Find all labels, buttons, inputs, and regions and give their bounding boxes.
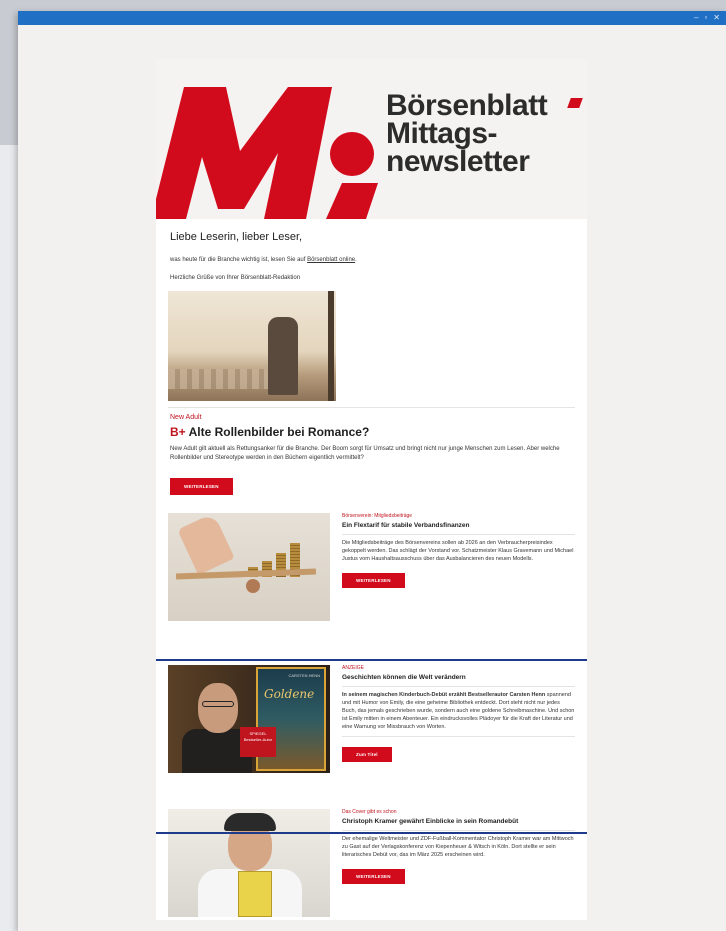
image-couple <box>268 317 298 395</box>
read-more-button[interactable]: WEITERLESEN <box>342 869 405 884</box>
article-body: Die Mitgliedsbeiträge des Börsenvereins … <box>342 540 574 562</box>
window-titlebar: – ▫ ✕ <box>18 11 726 25</box>
image-hand <box>177 513 235 576</box>
image-pillar <box>328 291 334 401</box>
newsletter-body: Börsenblatt Mittags- newsletter Liebe Le… <box>156 59 587 920</box>
article-headline[interactable]: Ein Flextarif für stabile Verbandsfinanz… <box>342 519 575 529</box>
brand-line: newsletter <box>386 145 530 178</box>
brand-line: Börsenblatt <box>386 89 548 122</box>
lead-article-kicker: New Adult <box>170 414 202 421</box>
boersenblatt-online-link[interactable]: Börsenblatt online <box>307 257 355 263</box>
article-row: Börsenverein: Mitgliedsbeiträge Ein Flex… <box>168 513 575 621</box>
image-novel <box>238 871 272 917</box>
intro-end: . <box>355 257 357 263</box>
headline-text: Alte Rollenbilder bei Romance? <box>188 425 370 439</box>
greeting: Liebe Leserin, lieber Leser, <box>170 231 303 243</box>
maximize-icon[interactable]: ▫ <box>704 12 707 24</box>
image-pivot <box>246 579 260 593</box>
minimize-icon[interactable]: – <box>694 12 698 24</box>
read-more-button[interactable]: WEITERLESEN <box>342 573 405 588</box>
lead-article-body: New Adult gilt aktuell als Rettungsanker… <box>170 446 560 461</box>
lead-read-more-button[interactable]: WEITERLESEN <box>170 478 233 495</box>
brand-line: Mittags- <box>386 117 498 150</box>
ad-highlight-frame <box>156 659 587 834</box>
brand-title: Börsenblatt Mittags- newsletter <box>386 89 583 178</box>
email-window: – ▫ ✕ Börsenblatt Mittags- newsletter Li… <box>18 11 726 931</box>
image-city <box>168 369 278 389</box>
article-body: Der ehemalige Weltmeister und ZDF-Fußbal… <box>342 836 574 858</box>
intro-paragraph: was heute für die Branche wichtig ist, l… <box>156 243 587 263</box>
close-icon[interactable]: ✕ <box>713 12 720 24</box>
lead-article-image[interactable] <box>168 291 336 401</box>
lead-article-headline[interactable]: B+ Alte Rollenbilder bei Romance? <box>156 421 587 439</box>
article-image-coins[interactable] <box>168 513 330 621</box>
regards: Herzliche Grüße von Ihrer Börsenblatt-Re… <box>170 275 301 281</box>
intro-text: was heute für die Branche wichtig ist, l… <box>170 257 306 263</box>
plus-badge: B+ <box>170 425 186 439</box>
newsletter-header: Börsenblatt Mittags- newsletter <box>156 59 587 219</box>
